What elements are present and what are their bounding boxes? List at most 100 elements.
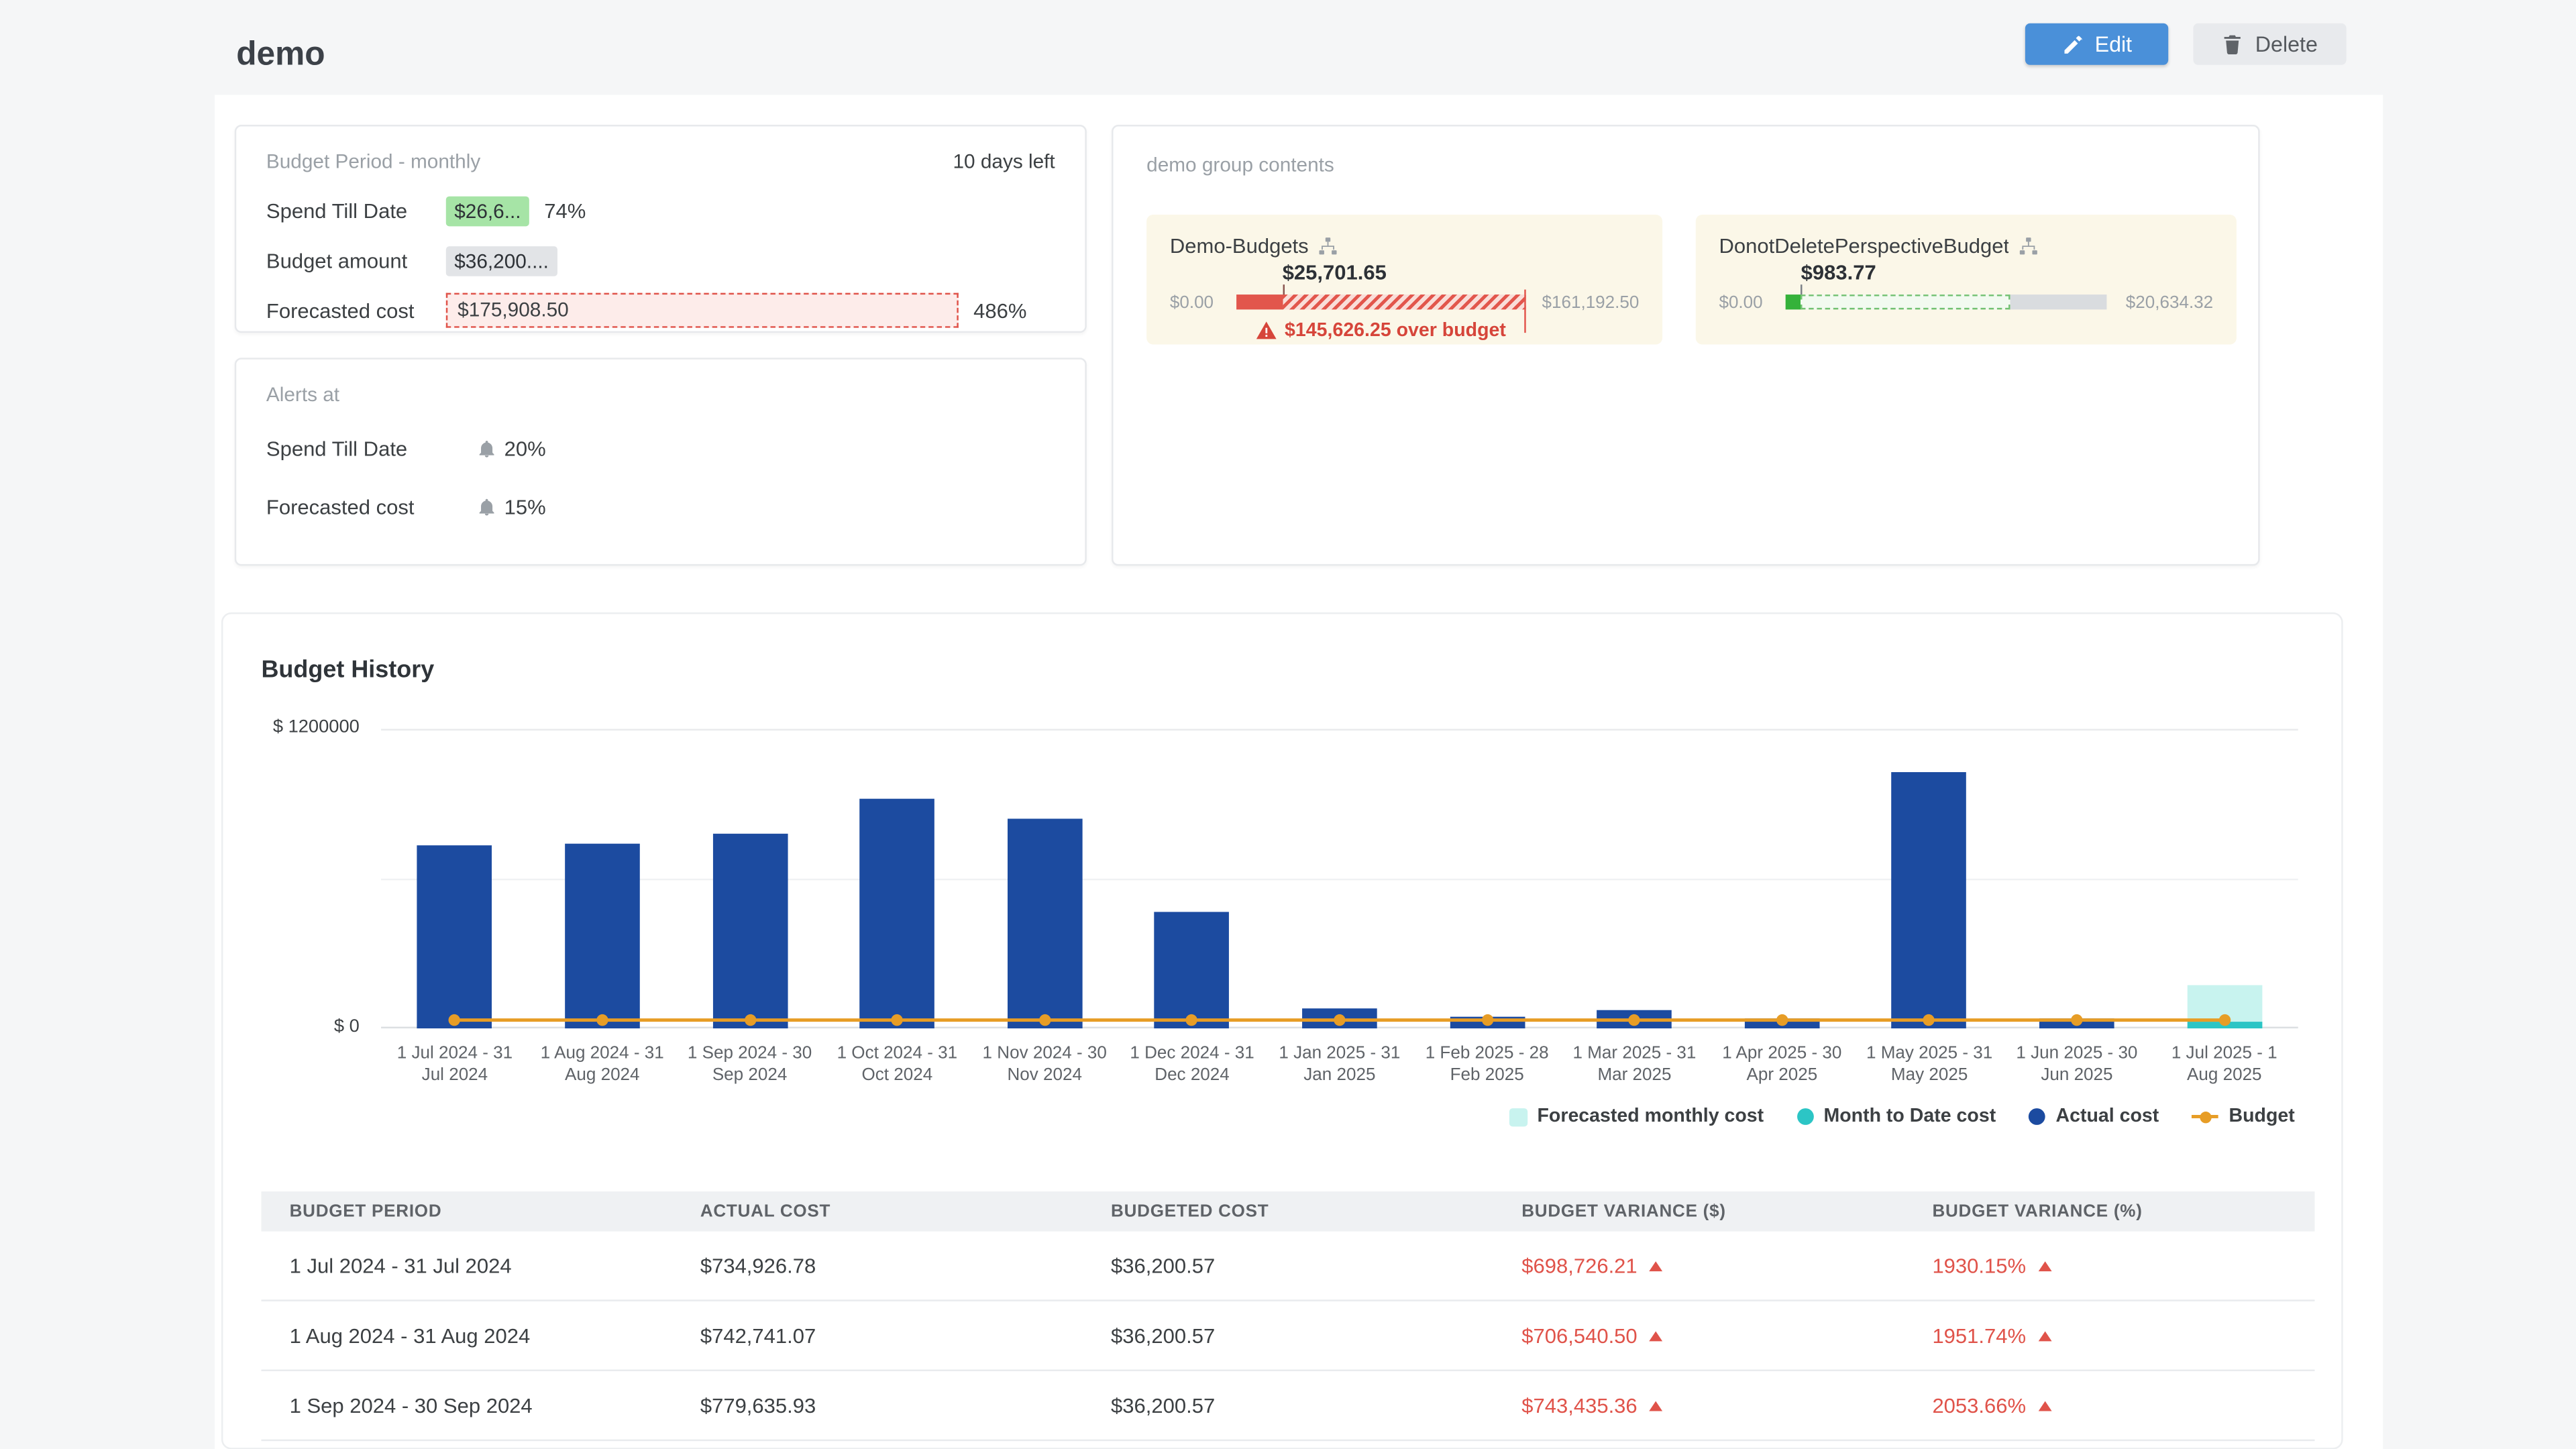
x-axis-label: 1 Feb 2025 - 28 Feb 2025 [1404,1043,1570,1086]
mini-bar-track[interactable] [1236,294,1526,309]
bar-segment-overbudget-hatch [1283,294,1526,309]
cell-budgeted-cost-value: $36,200.57 [1111,1254,1215,1277]
delete-button-label: Delete [2255,32,2318,56]
budget-point[interactable] [449,1014,460,1025]
budget-point[interactable] [2218,1014,2230,1025]
legend-item-forecasted-monthly-cost[interactable]: Forecasted monthly cost [1509,1107,1764,1127]
budget-history-table: BUDGET PERIOD ACTUAL COST BUDGETED COST … [261,1191,2314,1441]
mini-bar-track[interactable] [1786,294,2107,309]
cell-budget-variance-usd-value: $706,540.50 [1521,1324,1637,1347]
chart-bar-group[interactable] [1007,729,1082,1029]
x-axis-label: 1 Mar 2025 - 31 Mar 2025 [1551,1043,1717,1086]
chart-bar-group[interactable] [1597,729,1672,1029]
actual-cost-bar[interactable] [712,834,788,1028]
legend-swatch [1797,1108,1814,1125]
legend-label: Actual cost [2056,1107,2159,1127]
x-axis-label: 1 Apr 2025 - 30 Apr 2025 [1699,1043,1865,1086]
table-header-row: BUDGET PERIOD ACTUAL COST BUDGETED COST … [261,1191,2314,1232]
bell-icon [478,498,496,518]
chart-bar-group[interactable] [565,729,640,1029]
budget-point[interactable] [892,1014,903,1025]
budget-point[interactable] [596,1014,608,1025]
cell-budget-period-value: 1 Aug 2024 - 31 Aug 2024 [290,1324,531,1347]
app-screen: demo Edit Delete Budget Period - monthly… [0,0,2576,1449]
table-row[interactable]: 1 Jul 2024 - 31 Jul 2024$734,926.78$36,2… [261,1232,2314,1301]
budget-point[interactable] [1629,1014,1640,1025]
spend-till-date-percent: 74% [544,199,586,222]
chart-bar-group[interactable] [1745,729,1820,1029]
actual-cost-bar[interactable] [1892,773,1967,1028]
increase-caret-icon [2037,1330,2051,1340]
budget-amount-value: $36,200.... [446,246,557,276]
cell-actual-cost: $779,635.93 [672,1394,1083,1417]
cell-budget-period: 1 Aug 2024 - 31 Aug 2024 [261,1324,672,1347]
bar-segment-remaining [2010,294,2107,309]
chart-bar-group[interactable] [2187,729,2262,1029]
cell-budget-variance-pct: 2053.66% [1904,1394,2314,1417]
trash-icon [2222,34,2243,55]
history-table-body: 1 Jul 2024 - 31 Jul 2024$734,926.78$36,2… [261,1232,2314,1442]
budget-point[interactable] [744,1014,755,1025]
budget-dot-swatch [2200,1111,2212,1122]
budget-point[interactable] [1039,1014,1051,1025]
chart-bar-group[interactable] [860,729,935,1029]
legend-label: Budget [2229,1107,2294,1127]
cell-actual-cost-value: $779,635.93 [700,1394,816,1417]
forecasted-cost-percent: 486% [973,299,1026,322]
edit-button[interactable]: Edit [2025,23,2168,65]
budget-name[interactable]: Demo-Budgets [1170,234,1309,258]
x-axis-labels: 1 Jul 2024 - 31 Jul 20241 Aug 2024 - 31 … [381,1043,2298,1093]
bar-segment-forecast-dashed [1801,294,2010,309]
budget-amount-row: Budget amount $36,200.... [266,243,1055,278]
bar-min-label: $0.00 [1170,292,1236,312]
table-row[interactable]: 1 Aug 2024 - 31 Aug 2024$742,741.07$36,2… [261,1301,2314,1371]
cell-budget-variance-usd: $706,540.50 [1493,1324,1904,1347]
table-row[interactable]: 1 Sep 2024 - 30 Sep 2024$779,635.93$36,2… [261,1371,2314,1441]
cell-budget-variance-pct: 1951.74% [1904,1324,2314,1347]
cell-budgeted-cost: $36,200.57 [1083,1324,1493,1347]
budget-amount-label: Budget amount [266,249,446,272]
chart-bar-group[interactable] [417,729,492,1029]
actual-cost-bar[interactable] [1007,818,1082,1028]
legend-label: Month to Date cost [1823,1107,1996,1127]
budget-point[interactable] [2071,1014,2082,1025]
legend-item-month-to-date-cost[interactable]: Month to Date cost [1797,1107,1996,1127]
alert-spend-value: 20% [504,437,546,461]
cell-budget-variance-pct-value: 2053.66% [1932,1394,2026,1417]
budget-point[interactable] [1481,1014,1493,1025]
chart-bar-group[interactable] [2039,729,2114,1029]
cell-budget-variance-usd-value: $698,726.21 [1521,1254,1637,1277]
chart-bar-group[interactable] [1450,729,1525,1029]
x-axis-label: 1 Sep 2024 - 30 Sep 2024 [667,1043,833,1086]
cell-budget-variance-pct: 1930.15% [1904,1254,2314,1277]
actual-cost-bar[interactable] [417,845,492,1028]
col-budget-period: BUDGET PERIOD [261,1191,672,1232]
budget-period-card: Budget Period - monthly 10 days left Spe… [235,125,1087,333]
group-contents-title: demo group contents [1146,153,1334,176]
budget-mini-card-1[interactable]: DonotDeletePerspectiveBudget $983.77 $0.… [1696,215,2237,344]
x-axis-label: 1 May 2025 - 31 May 2025 [1846,1043,2012,1086]
budget-point[interactable] [1923,1014,1935,1025]
budget-mini-card-0[interactable]: Demo-Budgets $25,701.65 $0.00 $161,192.5… [1146,215,1662,344]
budget-point[interactable] [1186,1014,1197,1025]
legend-label: Forecasted monthly cost [1537,1107,1764,1127]
delete-button[interactable]: Delete [2193,23,2346,65]
actual-cost-bar[interactable] [860,799,935,1028]
budget-point[interactable] [1776,1014,1788,1025]
budget-name[interactable]: DonotDeletePerspectiveBudget [1719,234,2009,258]
chart-bar-group[interactable] [1892,729,1967,1029]
bar-max-label: $20,634.32 [2106,292,2213,312]
bar-segment-spent [1786,294,1801,309]
legend-item-budget[interactable]: Budget [2192,1107,2295,1127]
chart-bar-group[interactable] [712,729,788,1029]
chart-bar-group[interactable] [1302,729,1377,1029]
col-budget-variance-pct: BUDGET VARIANCE (%) [1904,1191,2314,1232]
cell-budgeted-cost-value: $36,200.57 [1111,1324,1215,1347]
chart-bar-group[interactable] [1155,729,1230,1029]
actual-cost-bar[interactable] [1155,912,1230,1028]
budget-line-swatch [2192,1115,2219,1118]
legend-item-actual-cost[interactable]: Actual cost [2029,1107,2159,1127]
actual-cost-bar[interactable] [565,843,640,1028]
budget-point[interactable] [1334,1014,1345,1025]
cell-budget-variance-pct-value: 1930.15% [1932,1254,2026,1277]
